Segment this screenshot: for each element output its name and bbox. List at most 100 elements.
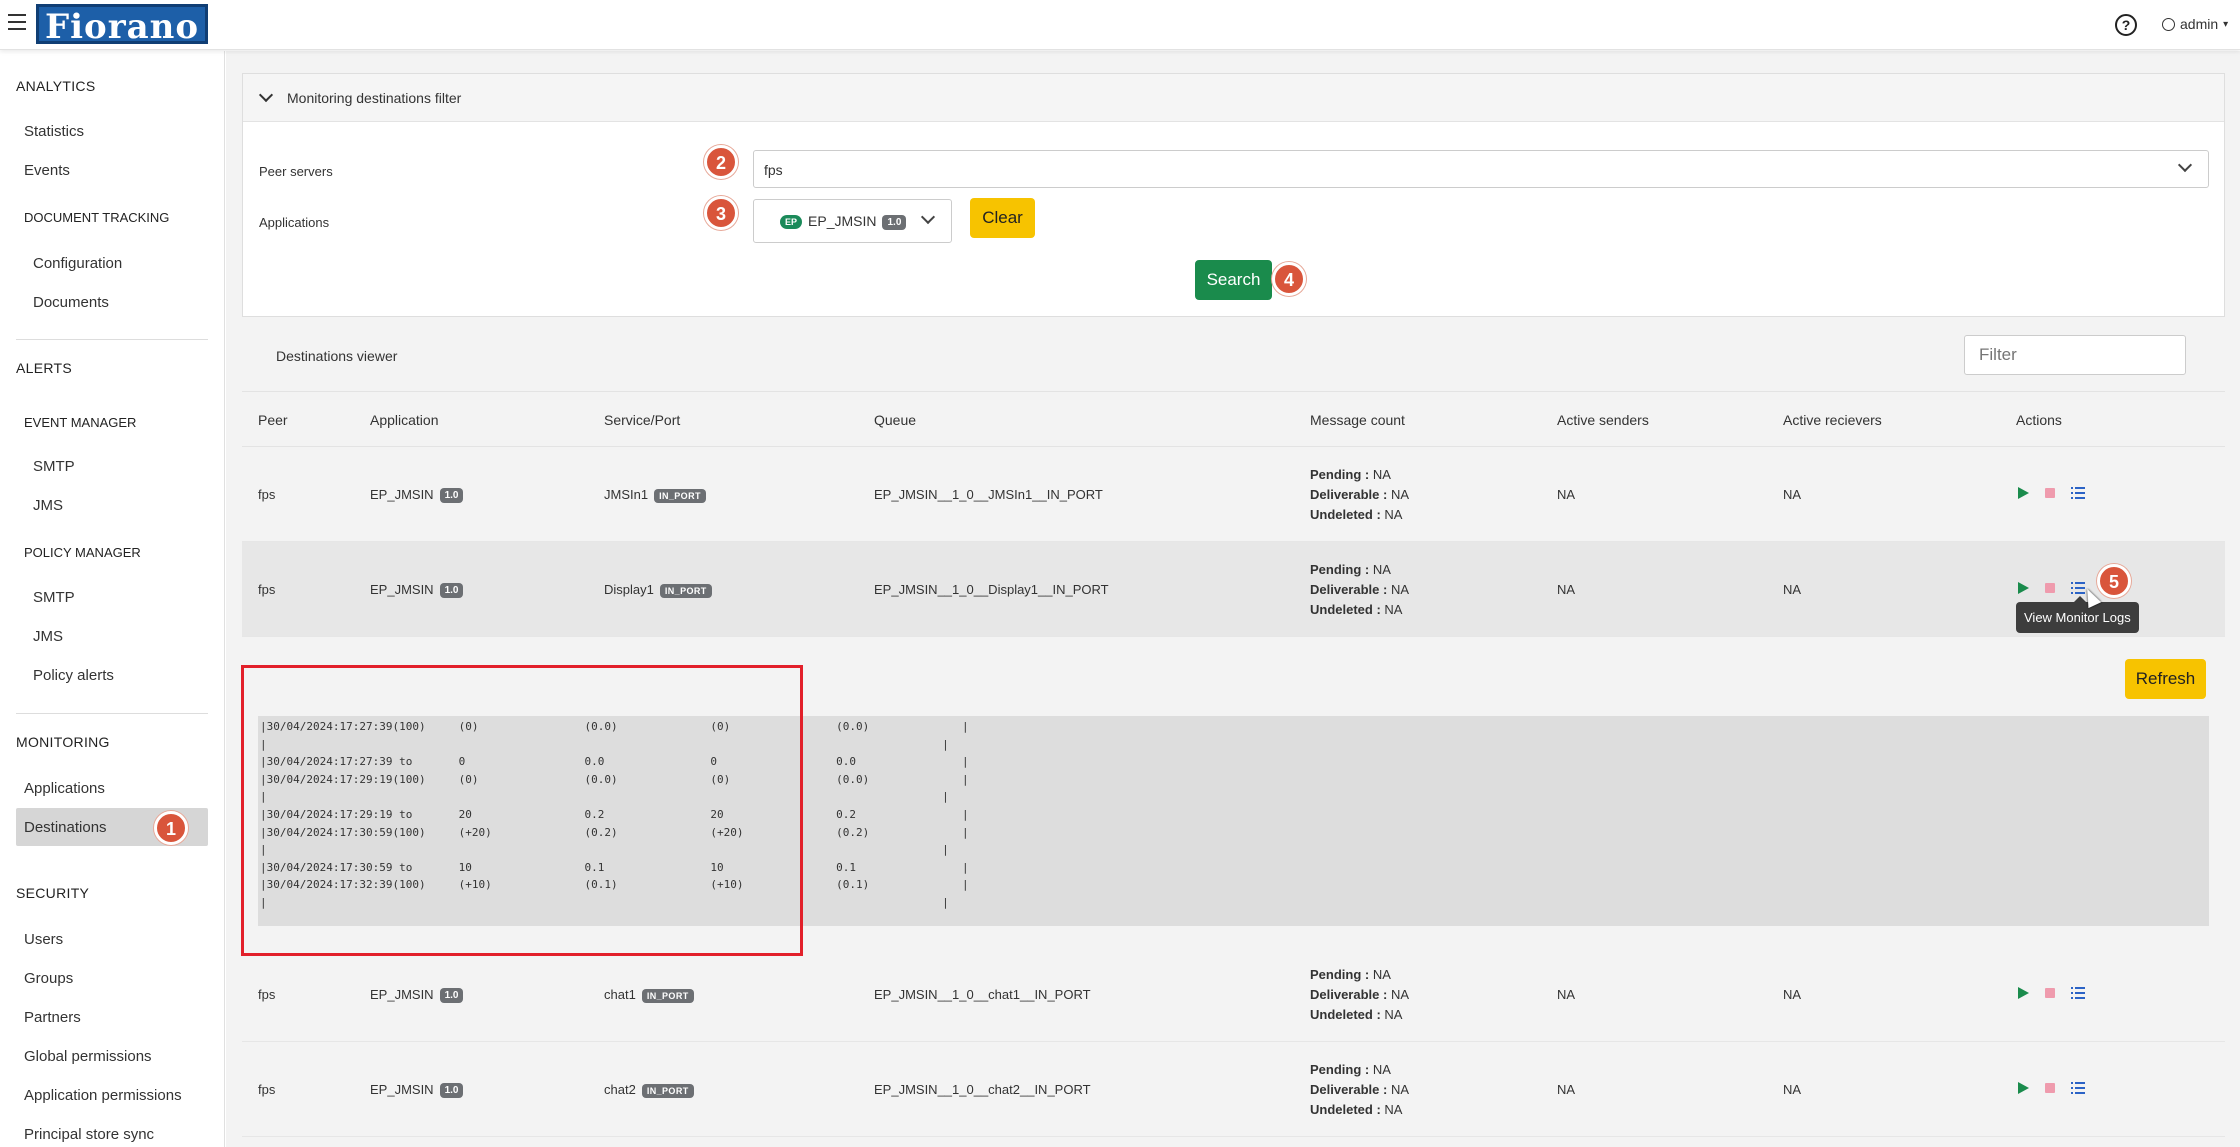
help-icon[interactable]: ? xyxy=(2115,14,2137,36)
refresh-button[interactable]: Refresh xyxy=(2125,659,2206,699)
service-port-cell: JMSIn1 IN_PORT xyxy=(604,487,706,503)
collapse-chevron-icon[interactable] xyxy=(258,87,274,103)
filter-panel-title: Monitoring destinations filter xyxy=(287,90,462,106)
sidebar-item-em-smtp[interactable]: SMTP xyxy=(33,458,75,475)
chevron-down-icon xyxy=(2177,157,2193,173)
destinations-filter-input[interactable] xyxy=(1964,335,2186,375)
sidebar-item-destinations[interactable]: Destinations xyxy=(24,819,107,836)
sidebar-item-users[interactable]: Users xyxy=(24,931,63,948)
step-marker-3: 3 xyxy=(704,196,738,230)
application-cell: EP_JMSIN 1.0 xyxy=(370,487,464,504)
pending-label: Pending : xyxy=(1310,1062,1370,1077)
destinations-viewer-title: Destinations viewer xyxy=(276,348,398,364)
undeleted-label: Undeleted : xyxy=(1310,602,1381,617)
sidebar-item-statistics[interactable]: Statistics xyxy=(24,123,84,140)
sidebar-section-alerts: ALERTS xyxy=(16,360,73,376)
column-header-active-receivers: Active recievers xyxy=(1783,412,1882,428)
sidebar-item-events[interactable]: Events xyxy=(24,162,70,179)
stop-icon[interactable] xyxy=(2045,1083,2055,1093)
start-play-icon[interactable] xyxy=(2018,987,2029,999)
version-badge: 1.0 xyxy=(439,488,464,504)
step-marker-5: 5 xyxy=(2097,564,2131,598)
pending-value: NA xyxy=(1372,967,1391,982)
stop-icon[interactable] xyxy=(2045,583,2055,593)
filter-panel-header[interactable]: Monitoring destinations filter xyxy=(243,74,2224,122)
applications-label: Applications xyxy=(259,215,330,230)
sidebar-item-principal-store-sync[interactable]: Principal store sync xyxy=(24,1126,154,1143)
sidebar-item-pm-smtp[interactable]: SMTP xyxy=(33,589,75,606)
deliverable-value: NA xyxy=(1390,1082,1410,1097)
start-play-icon[interactable] xyxy=(2018,1082,2029,1094)
service-port-cell: Display1 IN_PORT xyxy=(604,582,712,598)
sidebar-item-global-permissions[interactable]: Global permissions xyxy=(24,1048,152,1065)
search-button[interactable]: Search xyxy=(1195,260,1272,300)
start-play-icon[interactable] xyxy=(2018,487,2029,499)
highlight-annotation-box xyxy=(241,665,803,956)
stop-icon[interactable] xyxy=(2045,988,2055,998)
monitoring-filter-panel: Monitoring destinations filter Peer serv… xyxy=(242,73,2225,317)
table-row[interactable]: fps EP_JMSIN 1.0 Display1 IN_PORT EP_JMSIN… xyxy=(242,542,2225,637)
undeleted-label: Undeleted : xyxy=(1310,1007,1381,1022)
peer-servers-value: fps xyxy=(764,162,783,178)
column-header-service-port: Service/Port xyxy=(604,412,681,428)
deliverable-label: Deliverable : xyxy=(1310,487,1388,502)
message-count-cell: Pending : NA Deliverable : NA Undeleted … xyxy=(1310,465,1409,525)
table-row[interactable]: fps EP_JMSIN 1.0 chat1 IN_PORT EP_JMSIN__1… xyxy=(242,947,2225,1042)
active-senders-cell: NA xyxy=(1557,987,1576,1002)
view-logs-list-icon[interactable] xyxy=(2071,487,2085,499)
application-name: EP_JMSIN xyxy=(808,213,877,229)
pending-value: NA xyxy=(1372,562,1391,577)
table-row[interactable]: fps EP_JMSIN 1.0 JMSIn1 IN_PORT EP_JMSIN__… xyxy=(242,447,2225,542)
application-name: EP_JMSIN xyxy=(370,987,434,1002)
application-name: EP_JMSIN xyxy=(370,1082,434,1097)
deliverable-label: Deliverable : xyxy=(1310,987,1388,1002)
deliverable-label: Deliverable : xyxy=(1310,1082,1388,1097)
active-senders-cell: NA xyxy=(1557,582,1576,597)
sidebar-item-groups[interactable]: Groups xyxy=(24,970,73,987)
port-badge: IN_PORT xyxy=(659,583,712,598)
version-badge: 1.0 xyxy=(439,583,464,599)
ep-badge: EP xyxy=(780,215,803,230)
sidebar-item-policy-alerts[interactable]: Policy alerts xyxy=(33,667,114,684)
fiorano-logo: Fiorano xyxy=(36,4,209,47)
table-row[interactable]: fps EP_JMSIN 1.0 chat2 IN_PORT EP_JMSIN__1… xyxy=(242,1042,2225,1137)
view-logs-list-icon[interactable] xyxy=(2071,987,2085,999)
sidebar-subhead-event-manager: EVENT MANAGER xyxy=(24,415,137,430)
active-receivers-cell: NA xyxy=(1783,487,1802,502)
sidebar-item-documents[interactable]: Documents xyxy=(33,294,109,311)
sidebar-item-em-jms[interactable]: JMS xyxy=(33,497,63,514)
sidebar-item-pm-jms[interactable]: JMS xyxy=(33,628,63,645)
peer-servers-select[interactable]: fps xyxy=(753,150,2209,188)
column-header-message-count: Message count xyxy=(1310,412,1405,428)
sidebar-item-applications[interactable]: Applications xyxy=(24,780,105,797)
stop-icon[interactable] xyxy=(2045,488,2055,498)
message-count-cell: Pending : NA Deliverable : NA Undeleted … xyxy=(1310,1060,1409,1120)
active-senders-cell: NA xyxy=(1557,1082,1576,1097)
application-cell: EP_JMSIN 1.0 xyxy=(370,1082,464,1099)
peer-cell: fps xyxy=(258,1082,276,1097)
application-name: EP_JMSIN xyxy=(370,582,434,597)
clear-button[interactable]: Clear xyxy=(970,198,1035,238)
service-name: chat2 xyxy=(604,1082,636,1097)
column-header-application: Application xyxy=(370,412,439,428)
view-logs-list-icon[interactable] xyxy=(2071,1082,2085,1094)
sidebar-item-application-permissions[interactable]: Application permissions xyxy=(24,1087,182,1104)
view-monitor-logs-tooltip: View Monitor Logs xyxy=(2016,596,2139,633)
sidebar-item-configuration[interactable]: Configuration xyxy=(33,255,122,272)
port-badge: IN_PORT xyxy=(641,988,694,1003)
undeleted-value: NA xyxy=(1384,602,1403,617)
sidebar-subhead-document-tracking: DOCUMENT TRACKING xyxy=(24,210,170,225)
step-marker-2: 2 xyxy=(704,145,738,179)
sidebar-item-partners[interactable]: Partners xyxy=(24,1009,81,1026)
port-badge: IN_PORT xyxy=(654,488,706,503)
hamburger-menu-icon[interactable] xyxy=(8,14,26,30)
version-badge: 1.0 xyxy=(439,1083,464,1099)
applications-select[interactable]: EP EP_JMSIN 1.0 xyxy=(753,199,952,243)
pending-label: Pending : xyxy=(1310,967,1370,982)
column-header-queue: Queue xyxy=(874,412,917,428)
start-play-icon[interactable] xyxy=(2018,582,2029,594)
user-menu[interactable]: admin ▾ xyxy=(2162,16,2228,32)
step-marker-4: 4 xyxy=(1272,262,1306,296)
application-cell: EP_JMSIN 1.0 xyxy=(370,987,464,1004)
active-receivers-cell: NA xyxy=(1783,582,1802,597)
